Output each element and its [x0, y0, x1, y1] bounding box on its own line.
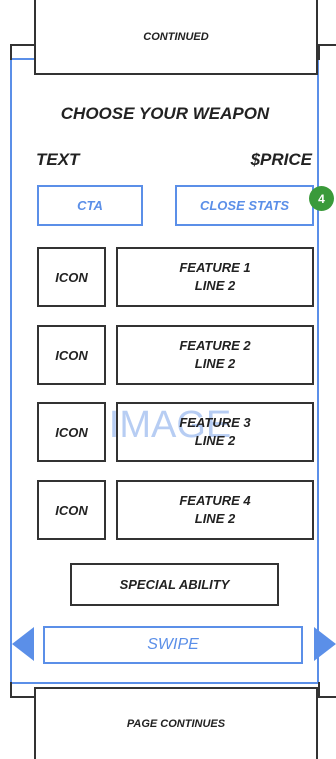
info-text: TEXT [36, 150, 80, 169]
feature-text: FEATURE 2 LINE 2 [179, 338, 251, 371]
cta-button[interactable]: CTA [37, 185, 143, 226]
feature-text: FEATURE 4 LINE 2 [179, 493, 251, 526]
feature-text-box: FEATURE 2 LINE 2 [116, 325, 314, 385]
feature-text: FEATURE 1 LINE 2 [179, 260, 251, 293]
close-stats-button[interactable]: CLOSE STATS [175, 185, 314, 226]
swipe-bar[interactable]: SWIPE [43, 626, 303, 664]
step-badge: 4 [309, 186, 334, 211]
swipe-left-arrow-icon[interactable] [12, 627, 34, 661]
feature-icon: ICON [37, 247, 106, 307]
continued-label: CONTINUED [143, 30, 209, 43]
step-badge-number: 4 [318, 191, 325, 206]
swipe-right-arrow-icon[interactable] [314, 627, 336, 661]
page-continues-card: PAGE CONTINUES [34, 687, 318, 759]
page-edge-top-right [318, 44, 336, 46]
feature-text-box: FEATURE 1 LINE 2 [116, 247, 314, 307]
special-ability-button[interactable]: SPECIAL ABILITY [70, 563, 279, 606]
page-edge-right [318, 44, 320, 60]
feature-icon-label: ICON [55, 424, 88, 440]
continued-card: CONTINUED [34, 0, 318, 75]
page-edge-left [10, 44, 12, 60]
cta-label: CTA [77, 198, 103, 213]
feature-icon-label: ICON [55, 347, 88, 363]
feature-text-box: FEATURE 3 LINE 2 [116, 402, 314, 462]
feature-icon: ICON [37, 480, 106, 540]
swipe-label: SWIPE [147, 636, 199, 653]
price-text: $PRICE [250, 150, 312, 169]
special-ability-label: SPECIAL ABILITY [119, 577, 230, 592]
page-edge-bottom-left-h [10, 696, 34, 698]
page-edge-bottom-right-h [318, 696, 336, 698]
page-edge-top-left [10, 44, 34, 46]
page-continues-label: PAGE CONTINUES [126, 718, 226, 730]
feature-icon: ICON [37, 325, 106, 385]
feature-icon: ICON [37, 402, 106, 462]
page-title: CHOOSE YOUR WEAPON [60, 104, 270, 123]
feature-icon-label: ICON [55, 502, 88, 518]
close-stats-label: CLOSE STATS [199, 198, 290, 213]
feature-text-box: FEATURE 4 LINE 2 [116, 480, 314, 540]
feature-icon-label: ICON [55, 269, 88, 285]
feature-text: FEATURE 3 LINE 2 [179, 415, 251, 448]
